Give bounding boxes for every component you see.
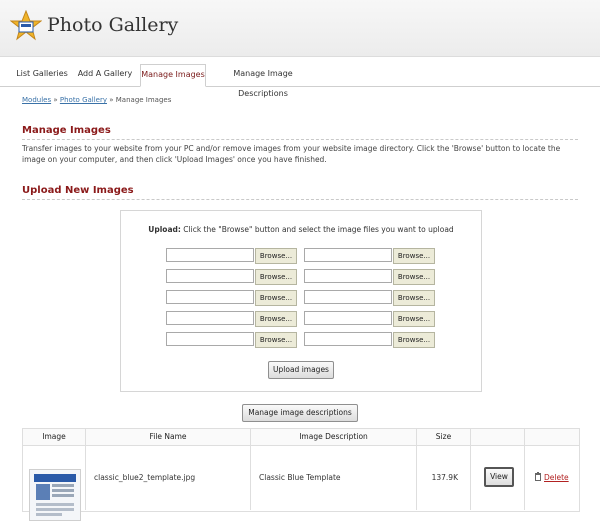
column-header-image: Image: [23, 429, 86, 446]
file-input[interactable]: [166, 332, 254, 346]
upload-images-button[interactable]: Upload images: [268, 361, 334, 379]
file-input[interactable]: [304, 332, 392, 346]
tab-manage-image-descriptions[interactable]: Manage Image Descriptions: [210, 64, 316, 98]
tab-manage-images[interactable]: Manage Images: [140, 64, 206, 87]
browse-button[interactable]: Browse...: [255, 248, 297, 264]
table-cell-size: 137.9K: [417, 446, 471, 510]
column-header-size: Size: [417, 429, 471, 446]
file-input[interactable]: [166, 269, 254, 283]
image-thumbnail[interactable]: [29, 469, 81, 521]
file-input[interactable]: [166, 248, 254, 262]
upload-instruction: Upload: Click the "Browse" button and se…: [121, 225, 481, 234]
upload-instruction-label: Upload:: [148, 225, 181, 234]
browse-button[interactable]: Browse...: [255, 332, 297, 348]
view-button[interactable]: View: [484, 467, 514, 487]
trash-icon: [535, 472, 541, 481]
browse-button[interactable]: Browse...: [393, 311, 435, 327]
app-title: Photo Gallery: [47, 14, 179, 36]
manage-images-heading: Manage Images: [22, 125, 578, 140]
tab-bar: List Galleries Add A Gallery Manage Imag…: [0, 64, 600, 98]
manage-images-description: Transfer images to your website from you…: [22, 144, 561, 164]
breadcrumb-gallery-link[interactable]: Photo Gallery: [60, 96, 107, 104]
file-input[interactable]: [304, 290, 392, 304]
table-cell-description: Classic Blue Template: [251, 446, 417, 510]
delete-link[interactable]: Delete: [544, 473, 569, 482]
file-input[interactable]: [304, 269, 392, 283]
file-input[interactable]: [304, 311, 392, 325]
column-header-blank: [471, 429, 525, 446]
browse-button[interactable]: Browse...: [255, 290, 297, 306]
upload-instruction-text: Click the "Browse" button and select the…: [180, 225, 454, 234]
file-input[interactable]: [304, 248, 392, 262]
table-cell-image: [23, 446, 86, 521]
breadcrumb-modules-link[interactable]: Modules: [22, 96, 51, 104]
manage-image-descriptions-button[interactable]: Manage image descriptions: [242, 404, 358, 422]
browse-button[interactable]: Browse...: [255, 311, 297, 327]
column-header-blank: [525, 429, 579, 446]
breadcrumb-separator: »: [53, 96, 58, 104]
tab-add-gallery[interactable]: Add A Gallery: [76, 64, 134, 85]
upload-images-heading: Upload New Images: [22, 185, 578, 200]
column-header-image-description: Image Description: [251, 429, 417, 446]
column-header-file-name: File Name: [86, 429, 251, 446]
browse-button[interactable]: Browse...: [393, 248, 435, 264]
browse-button[interactable]: Browse...: [393, 332, 435, 348]
table-cell-file-name: classic_blue2_template.jpg: [86, 446, 251, 510]
breadcrumb: Modules » Photo Gallery » Manage Images: [22, 96, 171, 104]
breadcrumb-current: Manage Images: [115, 96, 172, 104]
app-header: Photo Gallery: [0, 0, 600, 57]
upload-panel: Upload: Click the "Browse" button and se…: [120, 210, 482, 392]
browse-button[interactable]: Browse...: [393, 290, 435, 306]
file-input[interactable]: [166, 290, 254, 304]
star-logo-icon: [10, 10, 42, 41]
browse-button[interactable]: Browse...: [255, 269, 297, 285]
browse-button[interactable]: Browse...: [393, 269, 435, 285]
images-table: Image File Name Image Description Size c…: [22, 428, 580, 521]
tab-list-galleries[interactable]: List Galleries: [14, 64, 70, 85]
breadcrumb-separator: »: [109, 96, 114, 104]
file-input[interactable]: [166, 311, 254, 325]
